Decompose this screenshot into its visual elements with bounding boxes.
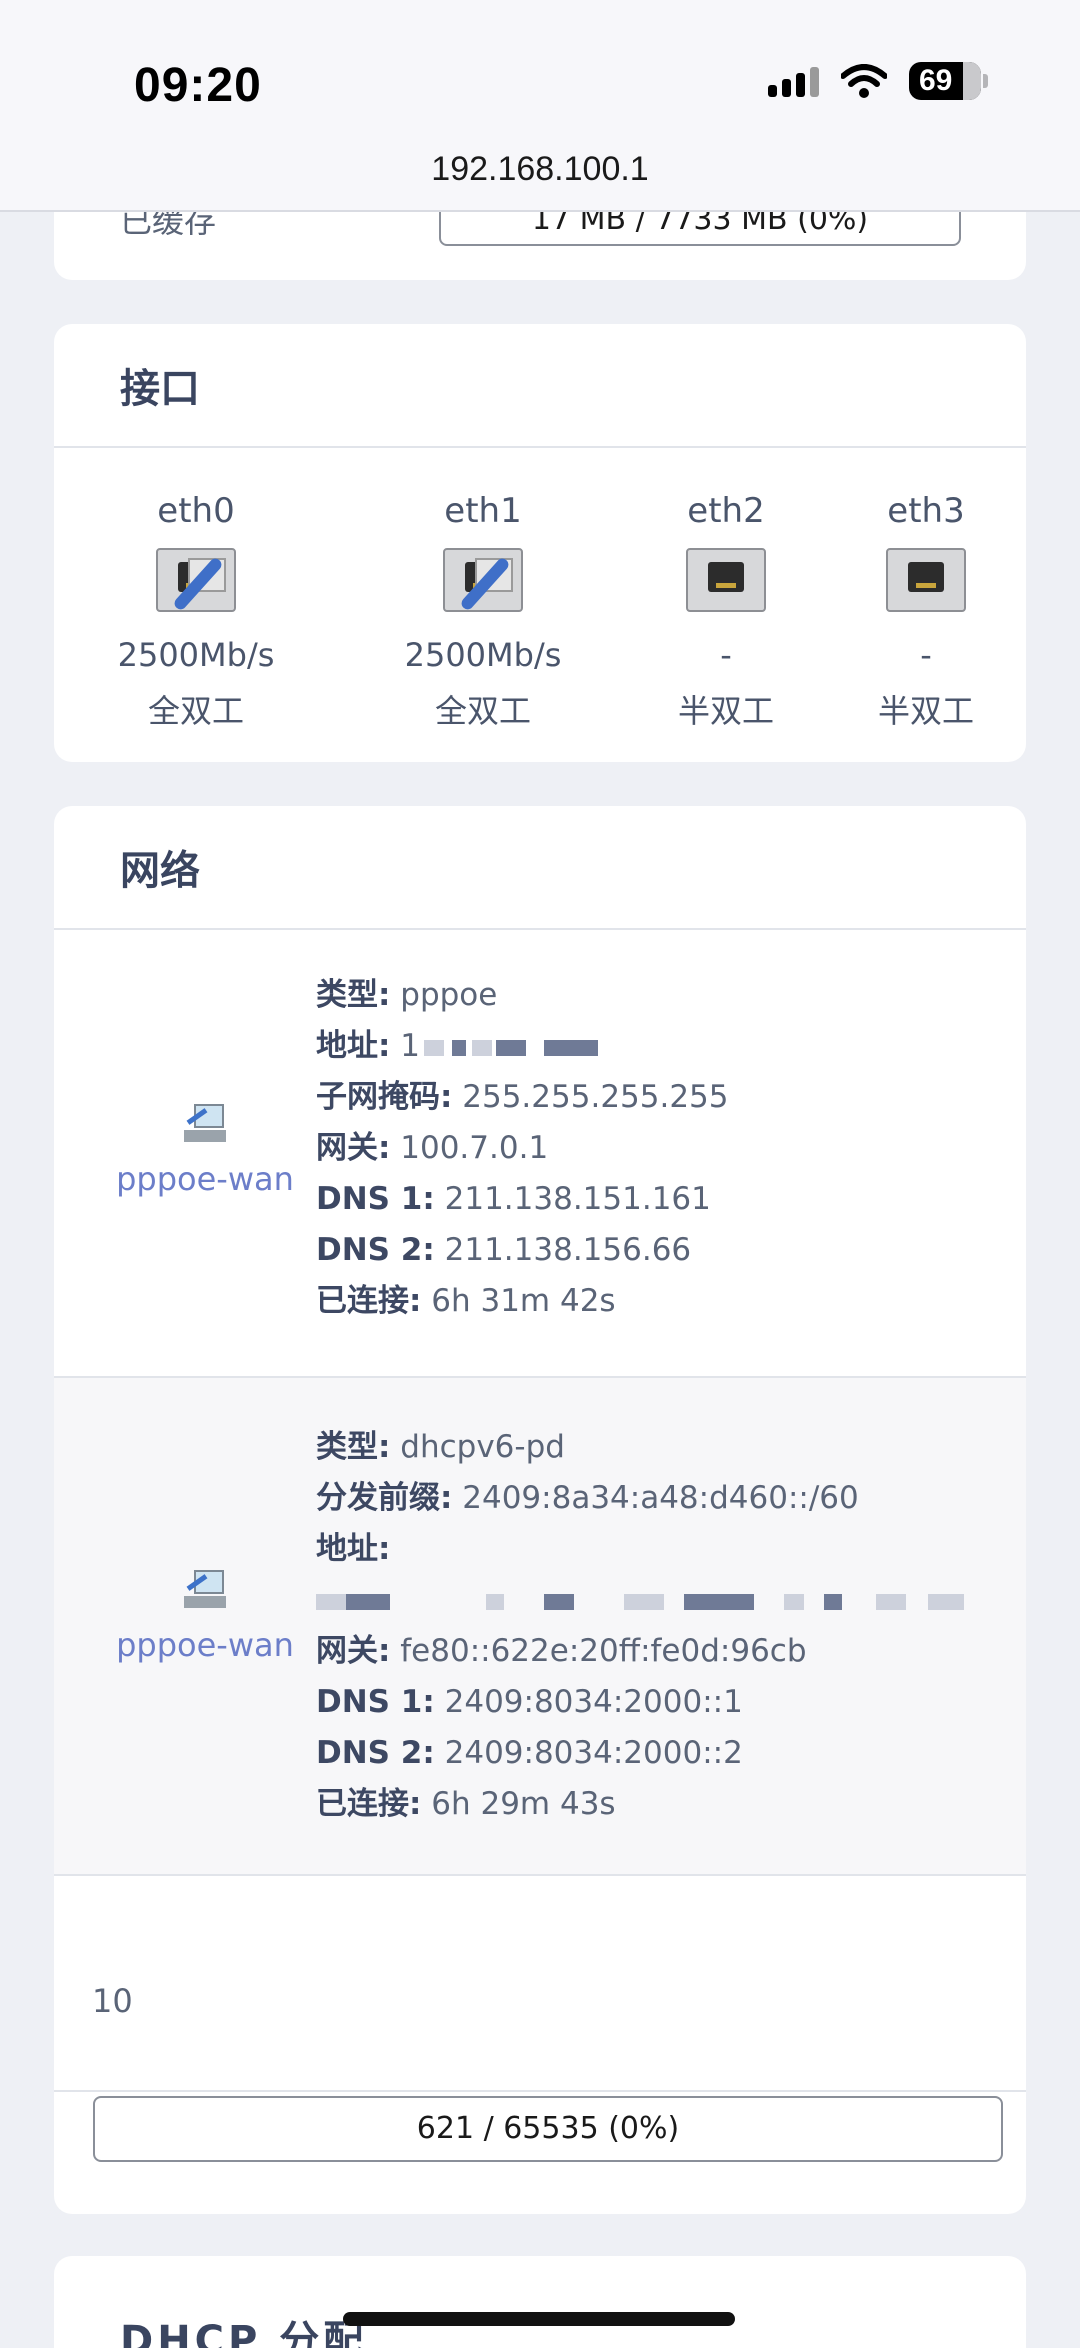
port-name: eth0	[157, 491, 235, 531]
battery-icon: 69	[909, 62, 981, 100]
info-row-uptime: 已连接: 6h 29m 43s	[316, 1786, 616, 1822]
info-row-prefix: 分发前缀: 2409:8a34:a48:d460::/60	[316, 1480, 859, 1516]
port-eth1: eth1 2500Mb/s 全双工	[383, 494, 583, 732]
port-eth0: eth0 2500Mb/s 全双工	[96, 494, 296, 732]
port-duplex: 全双工	[147, 692, 244, 730]
info-row-dns2: DNS 2: 211.138.156.66	[316, 1232, 692, 1268]
info-row-type: 类型: dhcpv6-pd	[316, 1429, 565, 1465]
info-row-dns1: DNS 1: 2409:8034:2000::1	[316, 1684, 743, 1720]
home-indicator[interactable]	[343, 2312, 735, 2326]
status-icons: 69	[768, 62, 988, 100]
dhcp-title: DHCP 分配	[120, 2318, 368, 2348]
network-info: 类型: pppoe 地址: 1 子网掩码: 255.255.255.255 网关…	[316, 970, 729, 1327]
info-row-netmask: 子网掩码: 255.255.255.255	[316, 1079, 729, 1115]
info-row-type: 类型: pppoe	[316, 977, 498, 1013]
info-row-gateway: 网关: 100.7.0.1	[316, 1130, 549, 1166]
port-eth3: eth3 - 半双工	[826, 494, 1026, 732]
interfaces-card: 接口 eth0 2500Mb/s 全双工 eth1 2500Mb/s 全双工 e…	[54, 324, 1026, 762]
info-row-dns1: DNS 1: 211.138.151.161	[316, 1181, 711, 1217]
network-entry-dhcpv6: pppoe-wan 类型: dhcpv6-pd 分发前缀: 2409:8a34:…	[54, 1378, 1026, 1876]
port-duplex: 半双工	[677, 692, 774, 730]
address-bar-url[interactable]: 192.168.100.1	[0, 150, 1080, 189]
info-row-uptime: 已连接: 6h 31m 42s	[316, 1283, 616, 1319]
network-title: 网络	[54, 806, 1026, 930]
port-speed: -	[720, 636, 732, 674]
status-time: 09:20	[134, 59, 262, 112]
browser-top-bar: 09:20 69 192.168.100.1	[0, 0, 1080, 212]
connection-count-row: 10	[54, 1920, 1026, 2092]
network-iface-name[interactable]: pppoe-wan	[110, 1626, 300, 1664]
port-speed: 2500Mb/s	[117, 636, 275, 674]
network-iface-name[interactable]: pppoe-wan	[110, 1160, 300, 1198]
port-speed: -	[920, 636, 932, 674]
ethernet-port-connected-icon	[443, 548, 523, 612]
network-info: 类型: dhcpv6-pd 分发前缀: 2409:8a34:a48:d460::…	[316, 1422, 964, 1830]
network-entry-pppoe: pppoe-wan 类型: pppoe 地址: 1 子网掩码: 255.255.…	[54, 932, 1026, 1378]
info-row-address: 地址: 1	[316, 1021, 729, 1072]
port-name: eth3	[887, 491, 965, 531]
network-iface[interactable]: pppoe-wan	[110, 1570, 300, 1664]
port-duplex: 半双工	[877, 692, 974, 730]
cellular-signal-icon	[768, 65, 819, 97]
port-eth2: eth2 - 半双工	[626, 494, 826, 732]
connections-progress-bar: 621 / 65535 (0%)	[93, 2096, 1003, 2162]
network-interface-icon	[184, 1570, 226, 1610]
info-row-gateway: 网关: fe80::622e:20ff:fe0d:96cb	[316, 1633, 807, 1669]
ethernet-port-empty-icon	[686, 548, 766, 612]
network-card: 网络 pppoe-wan 类型: pppoe 地址: 1 子网掩码: 255.2…	[54, 806, 1026, 2214]
dhcp-card: DHCP 分配	[54, 2256, 1026, 2348]
interfaces-title: 接口	[54, 324, 1026, 448]
ethernet-port-connected-icon	[156, 548, 236, 612]
ethernet-port-empty-icon	[886, 548, 966, 612]
port-name: eth1	[444, 491, 522, 531]
battery-indicator: 69	[909, 62, 988, 100]
port-duplex: 全双工	[434, 692, 531, 730]
info-row-dns2: DNS 2: 2409:8034:2000::2	[316, 1735, 743, 1771]
wifi-icon	[841, 64, 887, 98]
port-name: eth2	[687, 491, 765, 531]
battery-level: 69	[919, 64, 953, 97]
connection-count: 10	[92, 1982, 133, 2020]
port-speed: 2500Mb/s	[404, 636, 562, 674]
network-interface-icon	[184, 1104, 226, 1144]
info-row-address: 地址:	[316, 1531, 391, 1567]
redacted-address-value	[316, 1575, 964, 1626]
network-iface[interactable]: pppoe-wan	[110, 1104, 300, 1198]
